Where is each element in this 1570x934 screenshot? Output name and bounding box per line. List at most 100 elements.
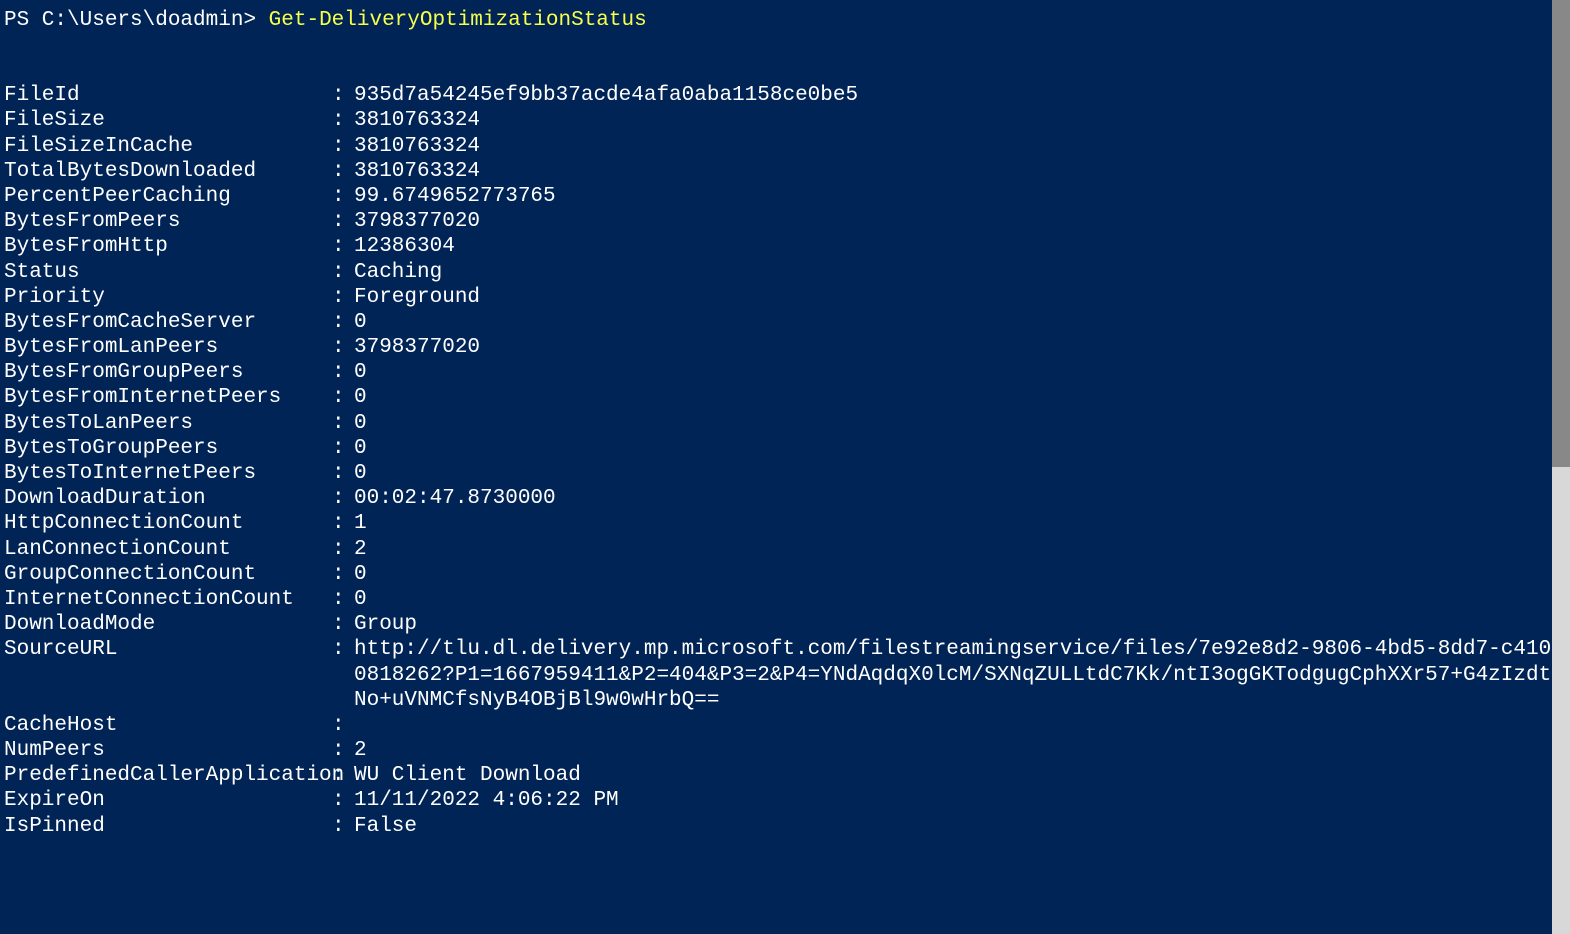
property-separator: : bbox=[332, 411, 354, 436]
property-value: WU Client Download bbox=[354, 763, 1566, 788]
property-separator: : bbox=[332, 763, 354, 788]
property-name: PredefinedCallerApplication bbox=[4, 763, 332, 788]
output-row-bytesfromgrouppeers: BytesFromGroupPeers: 0 bbox=[4, 360, 1566, 385]
output-row-totalbytesdownloaded: TotalBytesDownloaded: 3810763324 bbox=[4, 159, 1566, 184]
property-name: BytesFromHttp bbox=[4, 234, 332, 259]
property-name: FileId bbox=[4, 83, 332, 108]
property-separator: : bbox=[332, 108, 354, 133]
property-name: BytesFromLanPeers bbox=[4, 335, 332, 360]
property-name: BytesFromGroupPeers bbox=[4, 360, 332, 385]
property-separator: : bbox=[332, 587, 354, 612]
property-name: Status bbox=[4, 260, 332, 285]
output-row-cachehost: CacheHost: bbox=[4, 713, 1566, 738]
property-separator: : bbox=[332, 209, 354, 234]
property-name: DownloadDuration bbox=[4, 486, 332, 511]
property-value: 3798377020 bbox=[354, 335, 1566, 360]
property-separator: : bbox=[332, 310, 354, 335]
output-row-sourceurl: SourceURL: http://tlu.dl.delivery.mp.mic… bbox=[4, 637, 1566, 713]
property-value: 0 bbox=[354, 587, 1566, 612]
output-row-bytesfromcacheserver: BytesFromCacheServer: 0 bbox=[4, 310, 1566, 335]
property-value: Group bbox=[354, 612, 1566, 637]
output-row-bytesfrompeers: BytesFromPeers: 3798377020 bbox=[4, 209, 1566, 234]
property-separator: : bbox=[332, 537, 354, 562]
scrollbar-thumb[interactable] bbox=[1552, 0, 1570, 467]
property-separator: : bbox=[332, 159, 354, 184]
property-name: BytesToGroupPeers bbox=[4, 436, 332, 461]
output-row-bytestolanpeers: BytesToLanPeers: 0 bbox=[4, 411, 1566, 436]
property-name: DownloadMode bbox=[4, 612, 332, 637]
property-name: BytesFromPeers bbox=[4, 209, 332, 234]
output-row-predefinedcallerapplication: PredefinedCallerApplication: WU Client D… bbox=[4, 763, 1566, 788]
property-separator: : bbox=[332, 134, 354, 159]
output-row-ispinned: IsPinned: False bbox=[4, 814, 1566, 839]
property-value bbox=[354, 713, 1566, 738]
property-separator: : bbox=[332, 461, 354, 486]
prompt-command: Get-DeliveryOptimizationStatus bbox=[269, 9, 647, 32]
property-value: 0 bbox=[354, 562, 1566, 587]
output-row-bytesfrominternetpeers: BytesFromInternetPeers: 0 bbox=[4, 385, 1566, 410]
property-name: IsPinned bbox=[4, 814, 332, 839]
command-output: FileId: 935d7a54245ef9bb37acde4afa0aba11… bbox=[4, 83, 1566, 839]
output-row-expireon: ExpireOn: 11/11/2022 4:06:22 PM bbox=[4, 788, 1566, 813]
property-name: ExpireOn bbox=[4, 788, 332, 813]
property-name: SourceURL bbox=[4, 637, 332, 713]
property-separator: : bbox=[332, 184, 354, 209]
output-row-bytesfromlanpeers: BytesFromLanPeers: 3798377020 bbox=[4, 335, 1566, 360]
output-row-percentpeercaching: PercentPeerCaching: 99.6749652773765 bbox=[4, 184, 1566, 209]
property-separator: : bbox=[332, 234, 354, 259]
property-value: 3810763324 bbox=[354, 159, 1566, 184]
output-row-lanconnectioncount: LanConnectionCount: 2 bbox=[4, 537, 1566, 562]
output-row-bytestointernetpeers: BytesToInternetPeers: 0 bbox=[4, 461, 1566, 486]
output-row-numpeers: NumPeers: 2 bbox=[4, 738, 1566, 763]
property-name: PercentPeerCaching bbox=[4, 184, 332, 209]
property-separator: : bbox=[332, 285, 354, 310]
property-name: BytesFromCacheServer bbox=[4, 310, 332, 335]
property-separator: : bbox=[332, 260, 354, 285]
property-separator: : bbox=[332, 360, 354, 385]
output-row-groupconnectioncount: GroupConnectionCount: 0 bbox=[4, 562, 1566, 587]
property-value: 0 bbox=[354, 411, 1566, 436]
property-value: 2 bbox=[354, 537, 1566, 562]
output-row-internetconnectioncount: InternetConnectionCount: 0 bbox=[4, 587, 1566, 612]
output-row-status: Status: Caching bbox=[4, 260, 1566, 285]
property-separator: : bbox=[332, 637, 354, 713]
output-row-filesizeincache: FileSizeInCache: 3810763324 bbox=[4, 134, 1566, 159]
output-row-httpconnectioncount: HttpConnectionCount: 1 bbox=[4, 511, 1566, 536]
property-value: Caching bbox=[354, 260, 1566, 285]
property-name: GroupConnectionCount bbox=[4, 562, 332, 587]
property-name: BytesToInternetPeers bbox=[4, 461, 332, 486]
property-separator: : bbox=[332, 486, 354, 511]
property-value: 935d7a54245ef9bb37acde4afa0aba1158ce0be5 bbox=[354, 83, 1566, 108]
property-name: TotalBytesDownloaded bbox=[4, 159, 332, 184]
property-value: 11/11/2022 4:06:22 PM bbox=[354, 788, 1566, 813]
property-name: CacheHost bbox=[4, 713, 332, 738]
property-value: False bbox=[354, 814, 1566, 839]
property-separator: : bbox=[332, 562, 354, 587]
output-row-bytesfromhttp: BytesFromHttp: 12386304 bbox=[4, 234, 1566, 259]
property-value: 0 bbox=[354, 461, 1566, 486]
scrollbar-track[interactable] bbox=[1552, 0, 1570, 934]
property-value: 99.6749652773765 bbox=[354, 184, 1566, 209]
property-name: Priority bbox=[4, 285, 332, 310]
property-value: http://tlu.dl.delivery.mp.microsoft.com/… bbox=[354, 637, 1566, 713]
property-separator: : bbox=[332, 511, 354, 536]
property-separator: : bbox=[332, 83, 354, 108]
output-row-downloadmode: DownloadMode: Group bbox=[4, 612, 1566, 637]
output-row-downloadduration: DownloadDuration: 00:02:47.8730000 bbox=[4, 486, 1566, 511]
prompt-prefix: PS C:\Users\doadmin> bbox=[4, 9, 269, 32]
property-name: HttpConnectionCount bbox=[4, 511, 332, 536]
property-separator: : bbox=[332, 788, 354, 813]
property-name: LanConnectionCount bbox=[4, 537, 332, 562]
property-value: 3798377020 bbox=[354, 209, 1566, 234]
property-value: 0 bbox=[354, 385, 1566, 410]
property-name: FileSize bbox=[4, 108, 332, 133]
property-value: 3810763324 bbox=[354, 108, 1566, 133]
output-row-bytestogrouppeers: BytesToGroupPeers: 0 bbox=[4, 436, 1566, 461]
property-separator: : bbox=[332, 385, 354, 410]
property-value: 1 bbox=[354, 511, 1566, 536]
property-separator: : bbox=[332, 612, 354, 637]
property-name: BytesToLanPeers bbox=[4, 411, 332, 436]
property-value: 3810763324 bbox=[354, 134, 1566, 159]
property-value: 0 bbox=[354, 360, 1566, 385]
output-row-priority: Priority: Foreground bbox=[4, 285, 1566, 310]
